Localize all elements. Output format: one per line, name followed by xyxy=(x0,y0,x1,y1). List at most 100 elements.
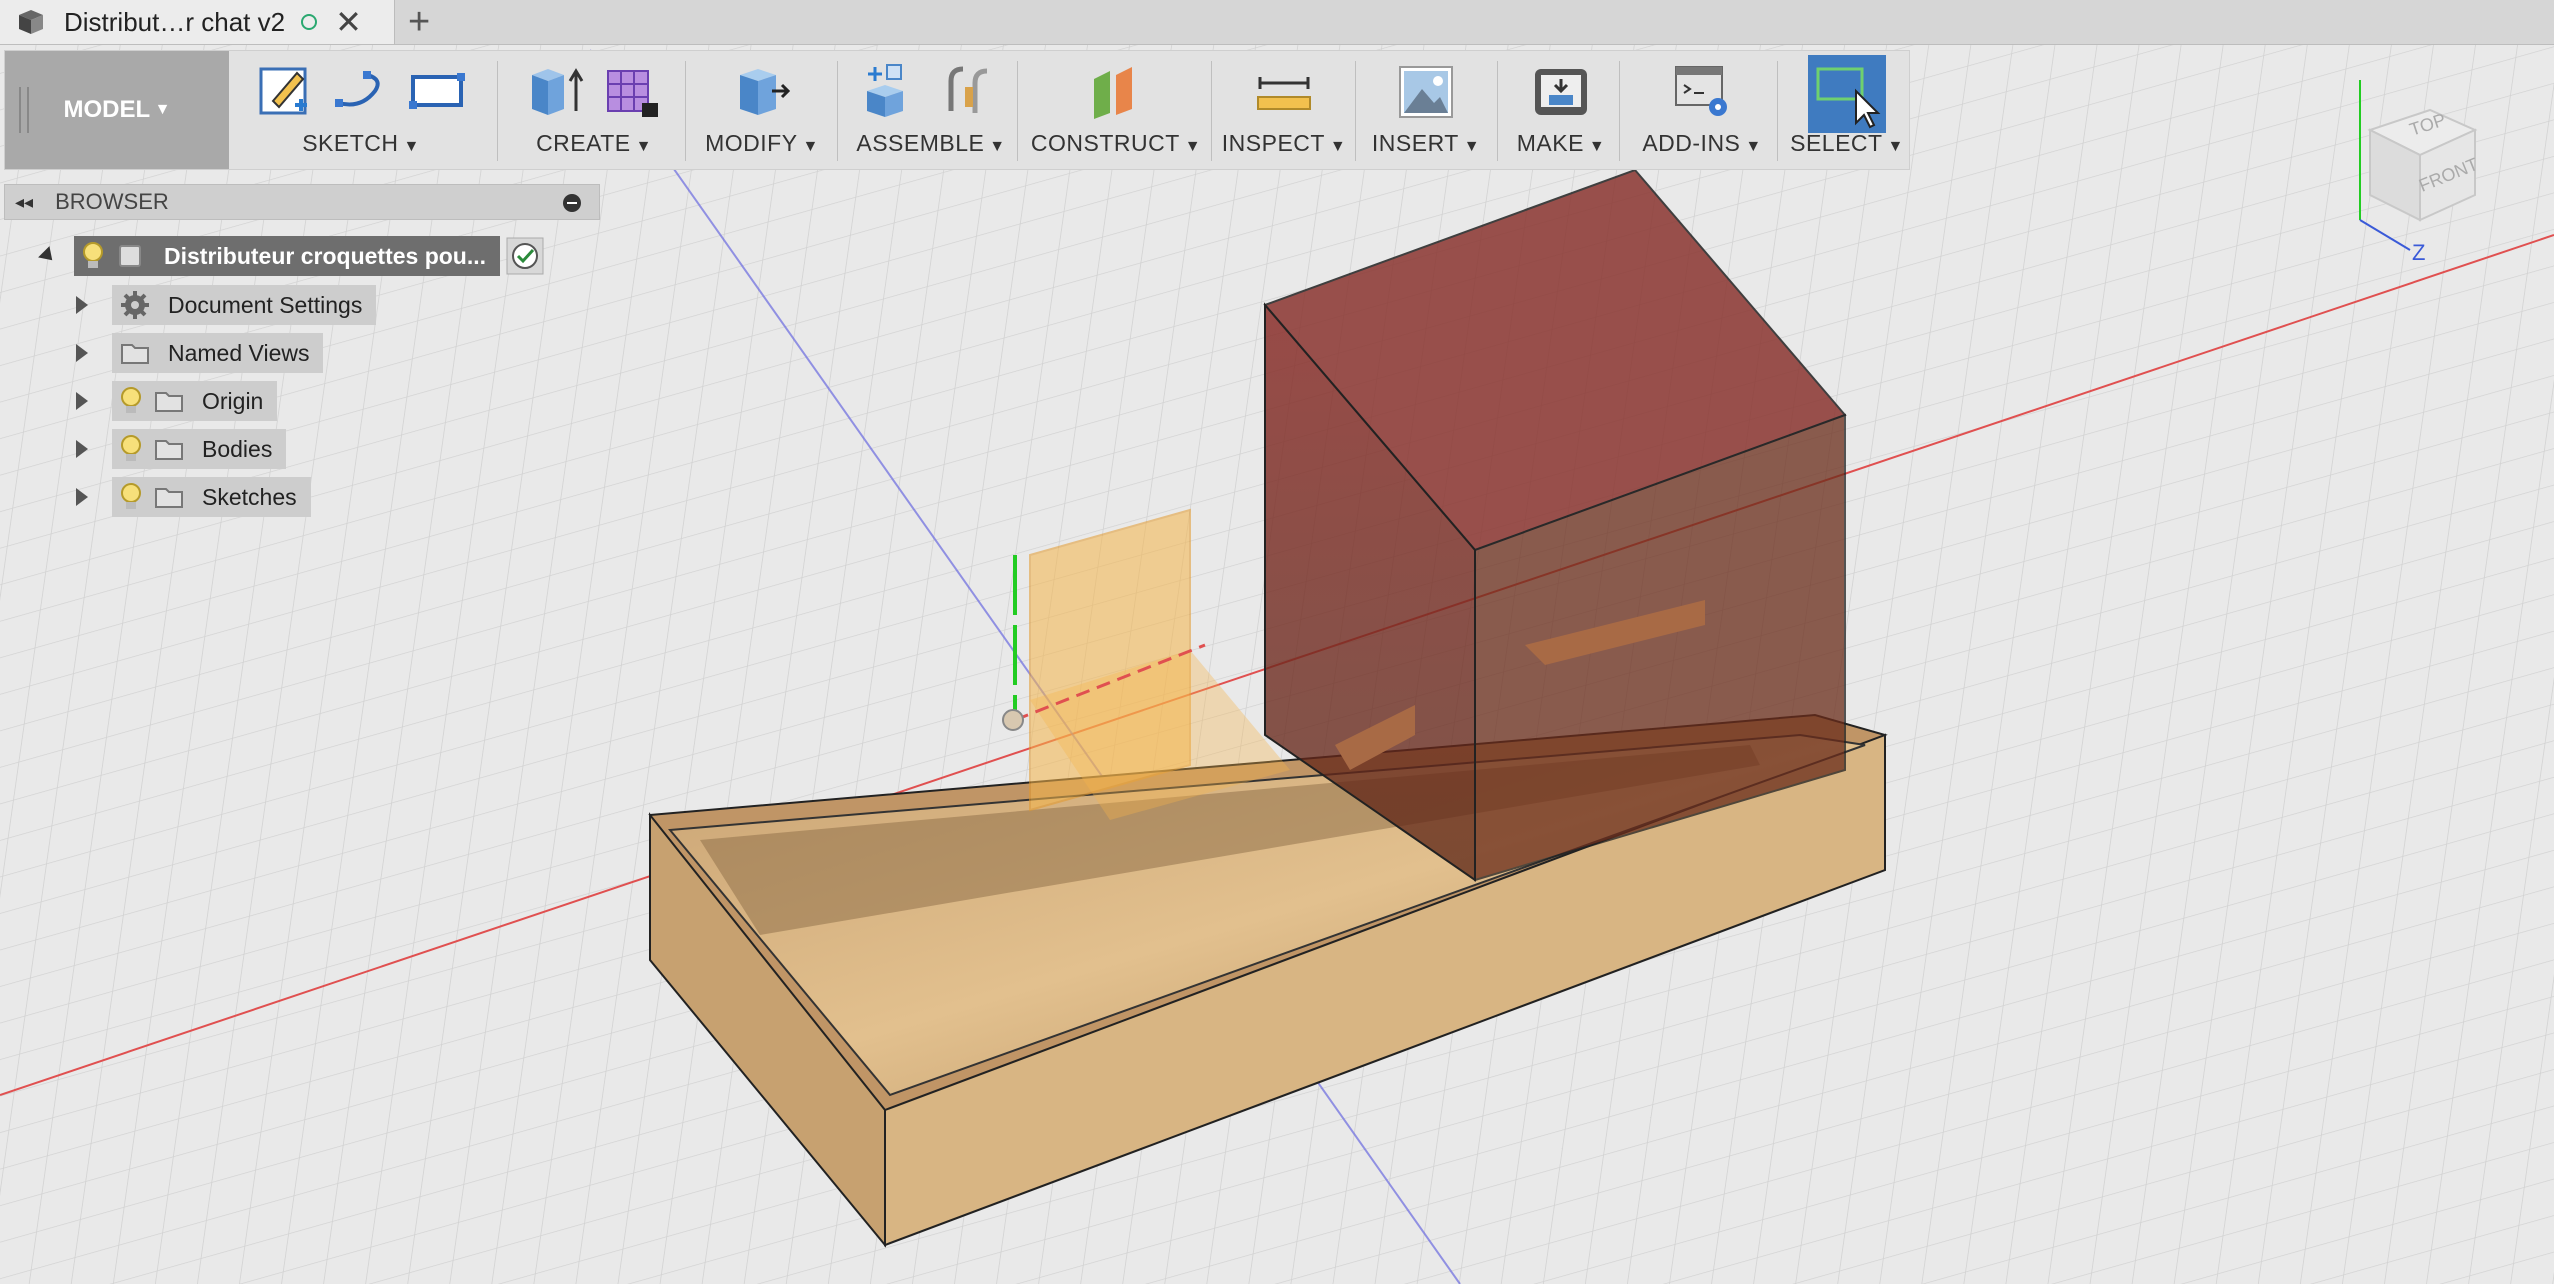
scripts-addins-icon[interactable] xyxy=(1672,61,1732,121)
measure-icon[interactable] xyxy=(1254,61,1314,121)
extrude-icon[interactable] xyxy=(526,61,586,121)
3d-print-icon[interactable] xyxy=(1531,61,1591,121)
chevron-down-icon: ▼ xyxy=(797,138,819,155)
collapsed-triangle-icon[interactable] xyxy=(76,440,88,458)
chevron-down-icon: ▼ xyxy=(150,101,171,118)
group-label-select: SELECT xyxy=(1790,130,1883,156)
group-label-create: CREATE xyxy=(536,130,631,156)
chevron-down-icon: ▼ xyxy=(1458,138,1481,155)
new-component-icon[interactable] xyxy=(863,61,923,121)
browser-item-document-settings[interactable]: Document Settings xyxy=(76,285,377,325)
active-check-icon xyxy=(506,237,544,275)
document-cube-icon xyxy=(19,10,43,34)
browser-item-label: Origin xyxy=(202,387,264,414)
folder-icon xyxy=(155,440,183,460)
browser-item-label: Sketches xyxy=(202,483,297,510)
document-title: Distribut…r chat v2 xyxy=(64,6,286,37)
expanded-triangle-icon[interactable] xyxy=(38,246,58,266)
arc-icon[interactable] xyxy=(331,61,391,121)
create-sketch-icon[interactable] xyxy=(255,61,315,121)
tab-bar: Distribut…r chat v2 ✕ + xyxy=(0,0,2554,45)
toolbar-divider xyxy=(837,61,838,161)
visibility-bulb-icon[interactable] xyxy=(82,241,104,271)
group-label-inspect: INSPECT xyxy=(1221,130,1325,156)
visibility-bulb-icon[interactable] xyxy=(120,386,142,416)
collapsed-triangle-icon[interactable] xyxy=(76,392,88,410)
document-settings-node[interactable]: Document Settings xyxy=(112,285,377,325)
toolbar-group-inspect[interactable]: INSPECT ▼ xyxy=(1219,51,1349,169)
toolbar-divider xyxy=(1211,61,1212,161)
toolbar-group-construct[interactable]: CONSTRUCT ▼ xyxy=(1025,51,1207,169)
toolbar-divider xyxy=(1619,61,1620,161)
component-icon xyxy=(119,245,141,267)
document-tab[interactable]: Distribut…r chat v2 ✕ xyxy=(0,0,395,44)
saved-status-icon xyxy=(301,14,318,30)
toolbar-divider xyxy=(497,61,498,161)
offset-plane-icon[interactable] xyxy=(1086,61,1146,121)
chevron-down-icon: ▼ xyxy=(1583,138,1606,155)
collapse-panel-icon[interactable]: ◂◂ xyxy=(15,192,33,213)
workspace-model-button[interactable]: MODEL ▼ xyxy=(5,51,229,169)
browser-root-row[interactable]: Distributeur croquettes pou... xyxy=(38,236,544,276)
form-icon[interactable] xyxy=(602,61,662,121)
chevron-down-icon: ▼ xyxy=(1740,138,1762,155)
toolbar-grip-icon[interactable] xyxy=(19,87,29,133)
visibility-bulb-icon[interactable] xyxy=(120,434,142,464)
collapsed-triangle-icon[interactable] xyxy=(76,296,88,314)
toolbar-group-sketch[interactable]: SKETCH ▼ xyxy=(237,51,485,169)
chevron-down-icon: ▼ xyxy=(984,138,1006,155)
chevron-down-icon: ▼ xyxy=(1882,138,1904,155)
browser-item-sketches[interactable]: Sketches xyxy=(76,477,311,517)
chevron-down-icon: ▼ xyxy=(398,138,420,155)
browser-item-bodies[interactable]: Bodies xyxy=(76,429,287,469)
toolbar-group-addins[interactable]: ADD-INS ▼ xyxy=(1627,51,1777,169)
visibility-bulb-icon[interactable] xyxy=(120,482,142,512)
collapsed-triangle-icon[interactable] xyxy=(76,344,88,362)
toolbar-divider xyxy=(685,61,686,161)
collapsed-triangle-icon[interactable] xyxy=(76,488,88,506)
minimize-icon[interactable] xyxy=(563,194,581,212)
press-pull-icon[interactable] xyxy=(732,61,792,121)
folder-icon xyxy=(121,344,149,364)
browser-item-label: Bodies xyxy=(202,435,273,462)
toolbar-divider xyxy=(1017,61,1018,161)
group-label-modify: MODIFY xyxy=(705,130,798,156)
toolbar-divider xyxy=(1355,61,1356,161)
group-label-insert: INSERT xyxy=(1371,130,1459,156)
folder-icon xyxy=(155,488,183,508)
toolbar-group-select[interactable]: SELECT ▼ xyxy=(1785,51,1909,169)
select-tool-icon[interactable] xyxy=(1808,55,1886,133)
new-tab-button[interactable]: + xyxy=(408,2,430,42)
browser-panel-header[interactable]: ◂◂ BROWSER xyxy=(4,184,600,220)
rectangle-icon[interactable] xyxy=(407,61,467,121)
joint-icon[interactable] xyxy=(939,61,999,121)
toolbar-group-assemble[interactable]: ASSEMBLE ▼ xyxy=(845,51,1017,169)
toolbar-group-create[interactable]: CREATE ▼ xyxy=(505,51,683,169)
z-axis-label: Z xyxy=(2412,240,2425,265)
chevron-down-icon: ▼ xyxy=(630,138,652,155)
browser-item-label: Named Views xyxy=(168,339,310,366)
chevron-down-icon: ▼ xyxy=(1179,138,1202,155)
root-component-node[interactable]: Distributeur croquettes pou... xyxy=(74,236,501,276)
toolbar-group-modify[interactable]: MODIFY ▼ xyxy=(693,51,831,169)
toolbar-group-make[interactable]: MAKE ▼ xyxy=(1505,51,1617,169)
browser-item-named-views[interactable]: Named Views xyxy=(76,333,324,373)
chevron-down-icon: ▼ xyxy=(1324,138,1347,155)
close-tab-icon[interactable]: ✕ xyxy=(335,6,362,38)
root-component-label: Distributeur croquettes pou... xyxy=(164,242,487,269)
group-label-addins: ADD-INS xyxy=(1642,130,1741,156)
group-label-assemble: ASSEMBLE xyxy=(856,130,985,156)
origin-node[interactable]: Origin xyxy=(112,381,278,421)
group-label-make: MAKE xyxy=(1516,130,1584,156)
toolbar-group-insert[interactable]: INSERT ▼ xyxy=(1363,51,1489,169)
named-views-node[interactable]: Named Views xyxy=(112,333,324,373)
browser-title: BROWSER xyxy=(55,189,169,214)
toolbar-divider xyxy=(1497,61,1498,161)
toolbar-divider xyxy=(1777,61,1778,161)
view-cube[interactable]: TOP FRONT Z xyxy=(2350,70,2520,270)
bodies-node[interactable]: Bodies xyxy=(112,429,287,469)
sketches-node[interactable]: Sketches xyxy=(112,477,311,517)
folder-icon xyxy=(155,392,183,412)
insert-image-icon[interactable] xyxy=(1396,61,1456,121)
browser-item-origin[interactable]: Origin xyxy=(76,381,278,421)
